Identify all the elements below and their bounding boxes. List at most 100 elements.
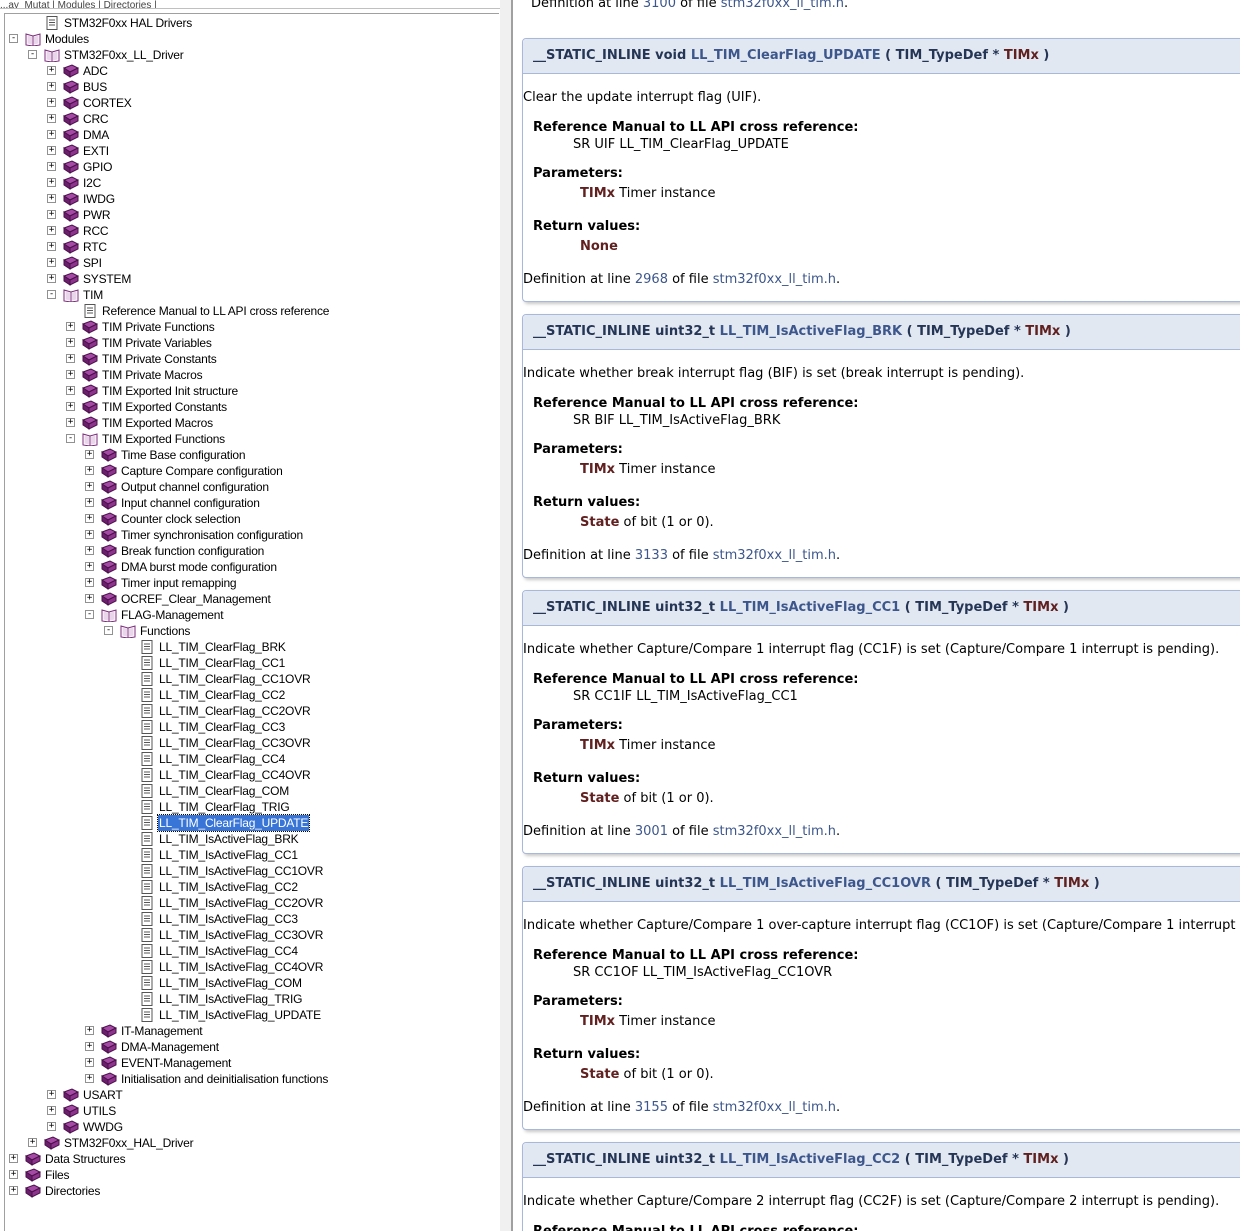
expand-icon[interactable]: + — [66, 354, 75, 363]
collapse-icon[interactable]: - — [66, 434, 75, 443]
expand-icon[interactable]: + — [66, 338, 75, 347]
tree-item[interactable]: LL_TIM_ClearFlag_CC4OVR — [5, 767, 495, 783]
expand-icon[interactable]: + — [85, 514, 94, 523]
tree-item[interactable]: + DMA — [5, 127, 495, 143]
tree-item[interactable]: + UTILS — [5, 1103, 495, 1119]
expand-icon[interactable]: + — [9, 1186, 18, 1195]
collapse-icon[interactable]: - — [9, 34, 18, 43]
expand-icon[interactable]: + — [47, 1106, 56, 1115]
definition-line-link[interactable]: 3155 — [635, 1100, 668, 1115]
tree-item[interactable]: + Output channel configuration — [5, 479, 495, 495]
tree-item[interactable]: + Time Base configuration — [5, 447, 495, 463]
expand-icon[interactable]: + — [47, 178, 56, 187]
tree-item[interactable]: + EXTI — [5, 143, 495, 159]
tree-item[interactable]: + IT-Management — [5, 1023, 495, 1039]
expand-icon[interactable]: + — [47, 98, 56, 107]
tree-item[interactable]: LL_TIM_ClearFlag_CC4 — [5, 751, 495, 767]
tree-item[interactable]: + TIM Private Functions — [5, 319, 495, 335]
tree-item[interactable]: + Break function configuration — [5, 543, 495, 559]
function-name-link[interactable]: LL_TIM_IsActiveFlag_BRK — [720, 324, 902, 339]
tree-item[interactable]: + SYSTEM — [5, 271, 495, 287]
tree-item[interactable]: + GPIO — [5, 159, 495, 175]
expand-icon[interactable]: + — [85, 1042, 94, 1051]
collapse-icon[interactable]: - — [47, 290, 56, 299]
expand-icon[interactable]: + — [47, 210, 56, 219]
tree-item[interactable]: + Initialisation and deinitialisation fun… — [5, 1071, 495, 1087]
expand-icon[interactable]: + — [66, 402, 75, 411]
expand-icon[interactable]: + — [66, 418, 75, 427]
tree-item[interactable]: + TIM Private Variables — [5, 335, 495, 351]
tree-item[interactable]: + USART — [5, 1087, 495, 1103]
tree-item[interactable]: LL_TIM_IsActiveFlag_CC3OVR — [5, 927, 495, 943]
tree-item[interactable]: LL_TIM_IsActiveFlag_CC1 — [5, 847, 495, 863]
expand-icon[interactable]: + — [85, 530, 94, 539]
expand-icon[interactable]: + — [47, 258, 56, 267]
expand-icon[interactable]: + — [85, 578, 94, 587]
tree-item[interactable]: Reference Manual to LL API cross referen… — [5, 303, 495, 319]
tree-item[interactable]: + Input channel configuration — [5, 495, 495, 511]
expand-icon[interactable]: + — [47, 66, 56, 75]
function-name-link[interactable]: LL_TIM_ClearFlag_UPDATE — [691, 48, 881, 63]
expand-icon[interactable]: + — [66, 322, 75, 331]
expand-icon[interactable]: + — [9, 1170, 18, 1179]
expand-icon[interactable]: + — [85, 594, 94, 603]
definition-line-link[interactable]: 3001 — [635, 824, 668, 839]
expand-icon[interactable]: + — [85, 1026, 94, 1035]
definition-file-link[interactable]: stm32f0xx_ll_tim.h — [713, 824, 836, 839]
tree-item[interactable]: + Timer input remapping — [5, 575, 495, 591]
tree-item[interactable]: + ADC — [5, 63, 495, 79]
tree-item[interactable]: + RTC — [5, 239, 495, 255]
expand-icon[interactable]: + — [66, 386, 75, 395]
tree-item[interactable]: + Capture Compare configuration — [5, 463, 495, 479]
tree-item[interactable]: - FLAG-Management — [5, 607, 495, 623]
expand-icon[interactable]: + — [47, 146, 56, 155]
tree-item[interactable]: - TIM Exported Functions — [5, 431, 495, 447]
tree-item[interactable]: + Directories — [5, 1183, 495, 1199]
tree-item[interactable]: LL_TIM_IsActiveFlag_COM — [5, 975, 495, 991]
tree-item[interactable]: - Modules — [5, 31, 495, 47]
tree-item[interactable]: + SPI — [5, 255, 495, 271]
expand-icon[interactable]: + — [47, 242, 56, 251]
tree-item[interactable]: + Timer synchronisation configuration — [5, 527, 495, 543]
tree-item[interactable]: LL_TIM_ClearFlag_CC3 — [5, 719, 495, 735]
tree-item[interactable]: LL_TIM_ClearFlag_UPDATE — [5, 814, 495, 832]
expand-icon[interactable]: + — [47, 1090, 56, 1099]
tree-item[interactable]: LL_TIM_IsActiveFlag_UPDATE — [5, 1007, 495, 1023]
tree-item[interactable]: LL_TIM_IsActiveFlag_CC1OVR — [5, 863, 495, 879]
tree-item[interactable]: + TIM Exported Init structure — [5, 383, 495, 399]
collapse-icon[interactable]: - — [85, 610, 94, 619]
tree-item[interactable]: LL_TIM_ClearFlag_BRK — [5, 639, 495, 655]
definition-file-link[interactable]: stm32f0xx_ll_tim.h — [721, 0, 844, 11]
expand-icon[interactable]: + — [85, 1074, 94, 1083]
tree-item[interactable]: + DMA burst mode configuration — [5, 559, 495, 575]
function-name-link[interactable]: LL_TIM_IsActiveFlag_CC1OVR — [720, 876, 931, 891]
expand-icon[interactable]: + — [85, 562, 94, 571]
tree-item[interactable]: LL_TIM_IsActiveFlag_CC4 — [5, 943, 495, 959]
expand-icon[interactable]: + — [85, 546, 94, 555]
tree-item[interactable]: LL_TIM_ClearFlag_CC2OVR — [5, 703, 495, 719]
tree-item[interactable]: + TIM Private Macros — [5, 367, 495, 383]
tree-item[interactable]: LL_TIM_IsActiveFlag_CC2 — [5, 879, 495, 895]
tree-item[interactable]: LL_TIM_IsActiveFlag_TRIG — [5, 991, 495, 1007]
definition-line-link[interactable]: 2968 — [635, 272, 668, 287]
expand-icon[interactable]: + — [47, 274, 56, 283]
tree-item[interactable]: + STM32F0xx_HAL_Driver — [5, 1135, 495, 1151]
expand-icon[interactable]: + — [47, 130, 56, 139]
tree-item[interactable]: + I2C — [5, 175, 495, 191]
tree-item[interactable]: - Functions — [5, 623, 495, 639]
collapse-icon[interactable]: - — [104, 626, 113, 635]
tree-item[interactable]: + TIM Private Constants — [5, 351, 495, 367]
tree-item[interactable]: LL_TIM_IsActiveFlag_CC3 — [5, 911, 495, 927]
definition-file-link[interactable]: stm32f0xx_ll_tim.h — [713, 548, 836, 563]
tree-item[interactable]: LL_TIM_IsActiveFlag_CC2OVR — [5, 895, 495, 911]
definition-file-link[interactable]: stm32f0xx_ll_tim.h — [713, 272, 836, 287]
expand-icon[interactable]: + — [47, 226, 56, 235]
expand-icon[interactable]: + — [28, 1138, 37, 1147]
expand-icon[interactable]: + — [85, 482, 94, 491]
tree-item[interactable]: + PWR — [5, 207, 495, 223]
tree-item[interactable]: + IWDG — [5, 191, 495, 207]
tree-item[interactable]: LL_TIM_IsActiveFlag_CC4OVR — [5, 959, 495, 975]
tree-item[interactable]: LL_TIM_ClearFlag_CC1OVR — [5, 671, 495, 687]
tree-item[interactable]: + Counter clock selection — [5, 511, 495, 527]
tree-item[interactable]: LL_TIM_ClearFlag_CC2 — [5, 687, 495, 703]
